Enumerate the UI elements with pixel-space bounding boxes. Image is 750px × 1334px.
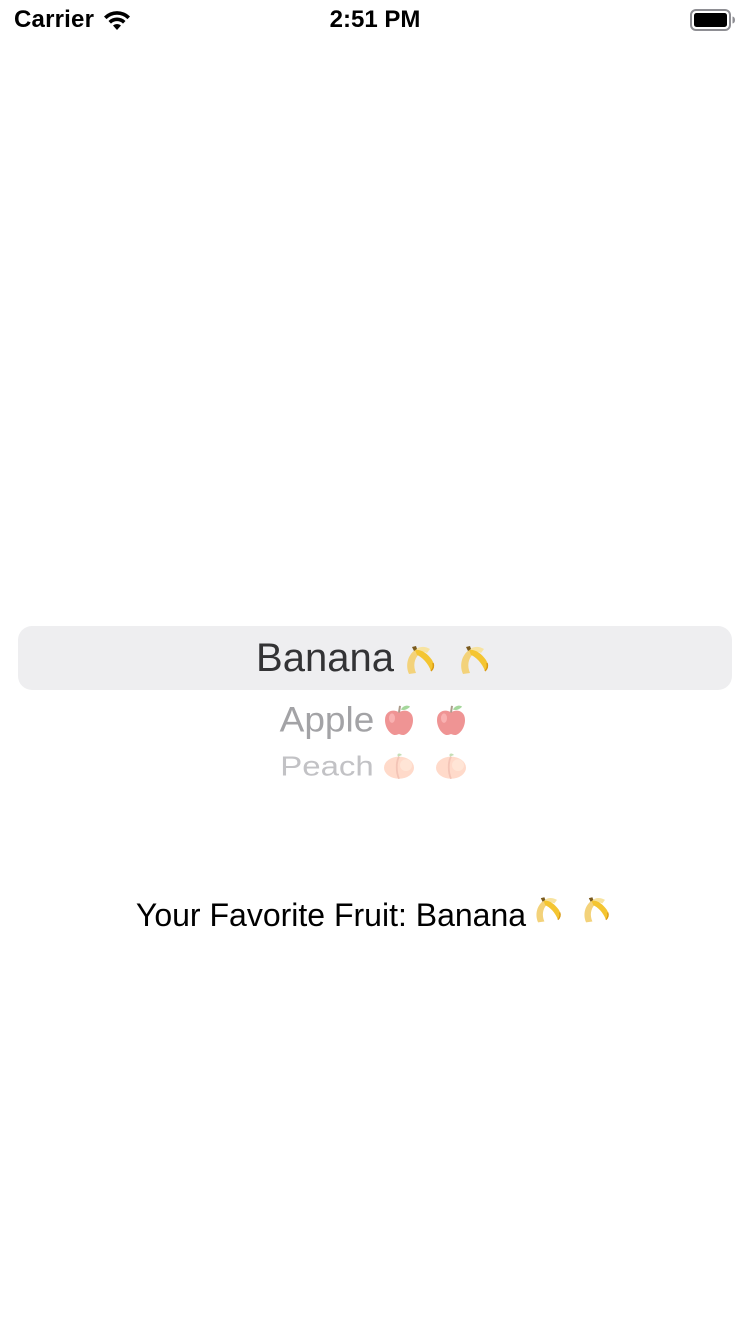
clock-time: 2:51 PM	[329, 6, 421, 33]
apple-emoji-pair	[380, 702, 470, 738]
fruit-picker[interactable]: Banana Apple Peach	[18, 560, 732, 820]
banana-icon	[454, 638, 494, 678]
peach-icon	[380, 750, 418, 782]
picker-option-apple[interactable]: Apple	[18, 697, 732, 742]
favorite-fruit-prefix: Your Favorite Fruit:	[135, 897, 416, 933]
apple-icon	[432, 702, 470, 738]
banana-icon	[578, 890, 614, 926]
peach-emoji-pair	[380, 750, 470, 782]
banana-icon	[400, 638, 440, 678]
favorite-fruit-value: Banana	[415, 897, 527, 933]
banana-icon	[530, 890, 566, 926]
banana-emoji-pair	[400, 638, 494, 678]
status-bar: Carrier 2:51 PM	[0, 0, 750, 40]
favorite-fruit-label: Your Favorite Fruit: Banana	[0, 890, 750, 934]
picker-option-banana[interactable]: Banana	[18, 626, 732, 690]
picker-option-label: Banana	[256, 635, 394, 680]
picker-option-label: Peach	[280, 749, 374, 782]
battery-icon	[690, 9, 736, 31]
picker-option-peach[interactable]: Peach	[18, 749, 732, 783]
peach-icon	[432, 750, 470, 782]
picker-option-label: Apple	[279, 700, 375, 739]
apple-icon	[380, 702, 418, 738]
banana-emoji-pair	[530, 890, 614, 926]
